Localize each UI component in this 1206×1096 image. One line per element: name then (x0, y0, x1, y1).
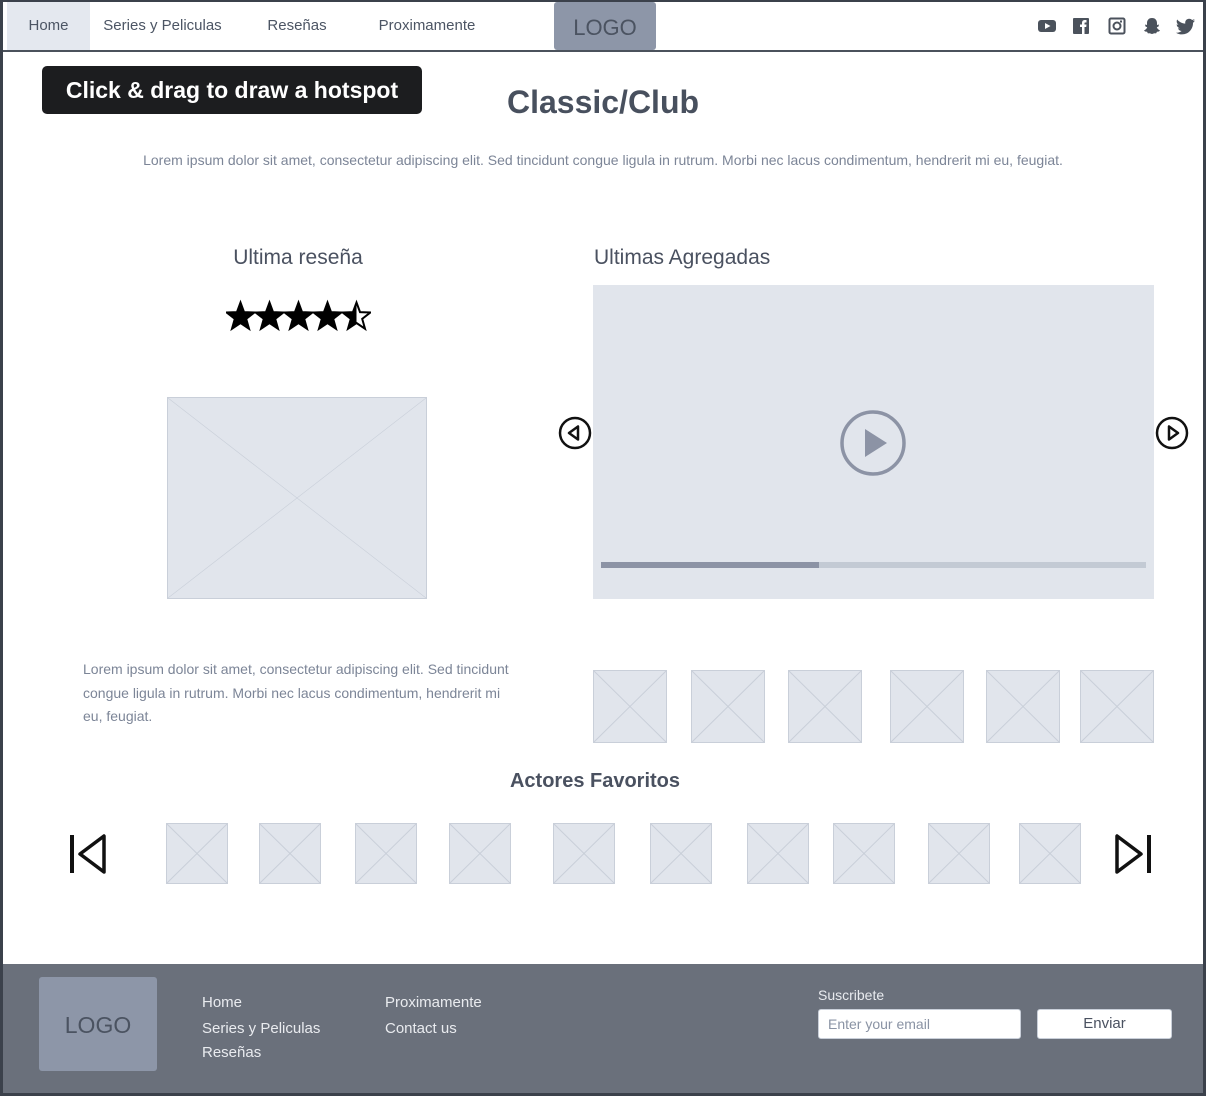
carousel-next-button[interactable] (1155, 416, 1189, 450)
latest-thumbnail[interactable] (691, 670, 765, 743)
facebook-icon[interactable] (1071, 16, 1091, 36)
review-text: Lorem ipsum dolor sit amet, consectetur … (83, 661, 509, 724)
send-button[interactable]: Enviar (1037, 1009, 1172, 1039)
nav-item-home[interactable]: Home (7, 2, 90, 50)
actor-thumbnail[interactable] (449, 823, 511, 884)
header-logo[interactable]: LOGO (554, 2, 656, 50)
actors-heading: Actores Favoritos (509, 770, 681, 792)
carousel-prev-button[interactable] (558, 416, 592, 450)
actor-thumbnail[interactable] (259, 823, 321, 884)
actor-thumbnail[interactable] (1019, 823, 1081, 884)
video-player[interactable] (593, 285, 1154, 599)
latest-thumbnail[interactable] (593, 670, 667, 743)
star-icon (281, 299, 316, 332)
video-progress-bar[interactable] (601, 562, 1146, 568)
actor-thumbnail[interactable] (747, 823, 809, 884)
intro-text: Lorem ipsum dolor sit amet, consectetur … (143, 152, 1063, 168)
star-icon (226, 299, 258, 332)
star-icon (252, 299, 287, 332)
actor-thumbnail[interactable] (650, 823, 712, 884)
latest-heading: Ultimas Agregadas (594, 246, 771, 269)
actor-thumbnail[interactable] (833, 823, 895, 884)
footer-link-home[interactable]: Home (202, 994, 242, 1011)
star-icon (310, 299, 345, 332)
footer-logo[interactable]: LOGO (39, 977, 157, 1071)
email-field[interactable] (818, 1009, 1021, 1039)
latest-thumbnail[interactable] (986, 670, 1060, 743)
footer-link-resenas[interactable]: Reseñas (202, 1044, 261, 1061)
actor-thumbnail[interactable] (928, 823, 990, 884)
snapchat-icon[interactable] (1142, 16, 1162, 36)
footer-link-contact[interactable]: Contact us (385, 1020, 457, 1037)
top-nav: Home Series y Peliculas Reseñas Proximam… (3, 2, 1203, 52)
page-title: Classic/Club (506, 84, 700, 120)
review-heading: Ultima reseña (233, 246, 363, 269)
subscribe-label: Suscribete (818, 987, 885, 1003)
play-icon[interactable] (839, 409, 907, 477)
footer-link-proximamente[interactable]: Proximamente (385, 994, 482, 1011)
latest-thumbnail[interactable] (890, 670, 964, 743)
actor-thumbnail[interactable] (166, 823, 228, 884)
actor-thumbnail[interactable] (355, 823, 417, 884)
nav-item-resenas[interactable]: Reseñas (259, 2, 335, 50)
skip-forward-icon[interactable] (1113, 832, 1153, 876)
nav-item-series[interactable]: Series y Peliculas (100, 2, 225, 50)
skip-back-icon[interactable] (68, 832, 108, 876)
footer: LOGO Home Series y Peliculas Reseñas Pro… (3, 964, 1203, 1093)
latest-thumbnail[interactable] (788, 670, 862, 743)
actor-thumbnail[interactable] (553, 823, 615, 884)
twitter-icon[interactable] (1176, 16, 1196, 36)
nav-item-proximamente[interactable]: Proximamente (371, 2, 483, 50)
review-image-placeholder (167, 397, 427, 599)
star-rating (226, 299, 371, 332)
youtube-icon[interactable] (1037, 16, 1057, 36)
video-progress-fill (601, 562, 819, 568)
instagram-icon[interactable] (1107, 16, 1127, 36)
footer-link-series[interactable]: Series y Peliculas (202, 1020, 320, 1037)
latest-thumbnail[interactable] (1080, 670, 1154, 743)
